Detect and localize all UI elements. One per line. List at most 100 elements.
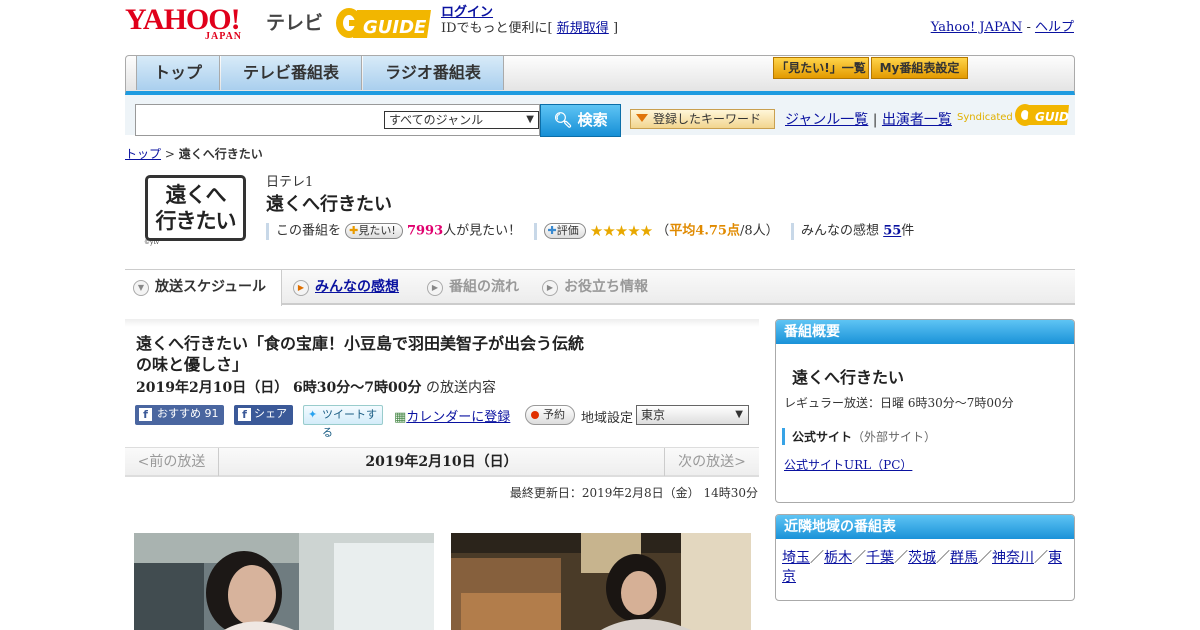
stats-divider	[533, 222, 537, 240]
tab-everyone-reviews[interactable]: ▶ みんなの感想	[285, 270, 399, 304]
reserve-button[interactable]: 予約	[525, 405, 575, 425]
official-site-url-link[interactable]: 公式サイトURL（PC）	[784, 458, 912, 472]
episode-title: 遠くへ行きたい「食の宝庫！小豆島で羽田美智子が出会う伝統の味と優しさ」	[136, 334, 585, 374]
search-links-divider: |	[872, 112, 878, 128]
search-button[interactable]: 🔍︎ 検索	[540, 104, 621, 137]
genre-select[interactable]: すべてのジャンル ▼	[384, 111, 539, 129]
gguide-logo-icon: GUIDE	[336, 8, 431, 38]
region-select-value: 東京	[641, 408, 666, 422]
genre-list-link[interactable]: ジャンル一覧	[785, 112, 868, 128]
registered-keyword-label: 登録したキーワード	[653, 112, 762, 126]
chevron-right-icon: ▶	[542, 280, 558, 296]
breadcrumb: トップ > 遠くへ行きたい	[125, 145, 263, 162]
stats-divider	[266, 222, 269, 240]
main-nav: トップ テレビ番組表 ラジオ番組表 「見たい!」一覧 My番組表設定	[125, 55, 1075, 95]
facebook-share-button[interactable]: f シェア	[234, 405, 293, 425]
calendar-add-link[interactable]: カレンダーに登録	[406, 410, 510, 425]
kansou-count-link[interactable]: 55	[883, 224, 901, 239]
japan-logo-text: JAPAN	[205, 31, 243, 42]
official-site-label: 公式サイト	[792, 430, 853, 444]
rate-button-label: 評価	[556, 224, 579, 237]
tab-useful-info[interactable]: ▶ お役立ち情報	[534, 270, 648, 304]
breadcrumb-current: 遠くへ行きたい	[178, 147, 263, 161]
program-stats: この番組を ✚見たい! 7993人が見たい！ ✚評価 ★★★★★ （平均4.75…	[266, 221, 914, 241]
episode-date-suffix: の放送内容	[425, 380, 496, 396]
tv-logo-text[interactable]: テレビ	[266, 8, 323, 35]
region-link-kanagawa[interactable]: 神奈川	[992, 550, 1034, 566]
my-schedule-settings-button[interactable]: My番組表設定	[871, 57, 968, 79]
chevron-right-icon: ▶	[293, 280, 309, 296]
mitai-button[interactable]: ✚見たい!	[345, 223, 403, 239]
fb-recommend-label: おすすめ	[157, 407, 201, 420]
kansou-unit: 件	[901, 223, 915, 239]
header-link-separator: -	[1022, 20, 1035, 35]
facebook-icon: f	[139, 408, 152, 421]
current-broadcast-date: 2019年2月10日（日）	[365, 454, 518, 470]
region-link-saitama[interactable]: 埼玉	[782, 550, 810, 566]
mitai-prefix: この番組を	[276, 223, 342, 239]
signup-link[interactable]: 新規取得	[557, 21, 609, 36]
tab-broadcast-schedule[interactable]: ▼ 放送スケジュール	[125, 270, 282, 306]
dropdown-triangle-icon	[636, 114, 648, 122]
record-dot-icon	[531, 411, 539, 419]
nav-tab-radio-schedule[interactable]: ラジオ番組表	[363, 56, 504, 90]
region-link-gunma[interactable]: 群馬	[950, 550, 978, 566]
plus-icon: ✚	[349, 224, 359, 237]
next-broadcast-link[interactable]: 次の放送>	[664, 448, 759, 476]
search-button-label: 検索	[577, 111, 608, 129]
official-site-heading: 公式サイト（外部サイト）	[782, 428, 936, 445]
episode-datetime: 2019年2月10日（日） 6時30分～7時00分 の放送内容	[136, 377, 496, 397]
plus-icon: ✚	[547, 224, 557, 237]
search-icon: 🔍︎	[553, 111, 573, 129]
dropdown-arrow-icon: ▼	[526, 114, 534, 125]
reserve-label: 予約	[543, 408, 565, 421]
login-subtext-end: ]	[612, 21, 619, 36]
previous-broadcast-link[interactable]: <前の放送	[125, 448, 219, 476]
episode-date-bold: 2019年2月10日（日） 6時30分～7時00分	[136, 380, 422, 396]
breadcrumb-home-link[interactable]: トップ	[125, 147, 161, 161]
chevron-down-icon: ▼	[133, 280, 149, 296]
tab-label: お役立ち情報	[564, 279, 648, 295]
tab-program-flow[interactable]: ▶ 番組の流れ	[419, 270, 519, 304]
tweet-button[interactable]: ✦ ツイートする	[303, 405, 383, 439]
region-link-chiba[interactable]: 千葉	[866, 550, 894, 566]
region-select[interactable]: 東京 ▼	[636, 405, 749, 425]
program-overview-header: 番組概要	[776, 320, 1074, 344]
mitai-suffix: 人が見たい！	[443, 223, 522, 239]
login-link[interactable]: ログイン	[441, 5, 493, 20]
program-logo: 遠くへ 行きたい	[145, 175, 246, 241]
mitai-button-label: 見たい!	[358, 224, 396, 237]
region-link-ibaraki[interactable]: 茨城	[908, 550, 936, 566]
nav-tab-top[interactable]: トップ	[136, 56, 220, 90]
rating-stars-icon: ★★★★★	[589, 222, 653, 240]
yahoo-japan-link[interactable]: Yahoo! JAPAN	[931, 20, 1023, 35]
mitai-count: 7993	[406, 223, 444, 239]
episode-photo	[134, 533, 434, 630]
tab-label: 番組の流れ	[449, 279, 519, 295]
calendar-icon: ▦	[394, 410, 407, 425]
performer-list-link[interactable]: 出演者一覧	[882, 112, 952, 128]
gguide-logo[interactable]: GUIDE	[335, 6, 433, 42]
genre-select-value: すべてのジャンル	[389, 113, 484, 127]
syndicated-text: Syndicated	[957, 112, 1013, 123]
syndicated-brand-text: GUIDE	[1035, 110, 1069, 124]
dropdown-arrow-icon: ▼	[735, 409, 743, 420]
facebook-recommend-button[interactable]: f おすすめ 91	[135, 405, 224, 425]
region-label: 地域設定	[581, 411, 634, 426]
rate-button[interactable]: ✚評価	[543, 223, 586, 239]
yahoo-japan-logo[interactable]: YAHOO! JAPAN	[125, 5, 241, 43]
official-site-note: （外部サイト）	[852, 430, 937, 444]
average-score: 平均4.75点	[669, 223, 740, 239]
calendar-add[interactable]: ▦カレンダーに登録	[394, 406, 510, 425]
nav-tab-tv-schedule[interactable]: テレビ番組表	[221, 56, 362, 90]
registered-keyword-button[interactable]: 登録したキーワード	[630, 109, 775, 129]
region-link-tochigi[interactable]: 栃木	[824, 550, 852, 566]
program-logo-credit: ©ytv	[144, 239, 160, 246]
fb-recommend-count: 91	[204, 407, 219, 420]
breadcrumb-separator: >	[161, 147, 179, 161]
average-people: /8人）	[739, 223, 779, 239]
syndicated-gguide-logo: Syndicated GUIDE	[957, 103, 1078, 127]
help-link[interactable]: ヘルプ	[1035, 20, 1074, 35]
overview-program-title: 遠くへ行きたい	[792, 368, 905, 387]
mitai-list-button[interactable]: 「見たい!」一覧	[773, 57, 869, 79]
